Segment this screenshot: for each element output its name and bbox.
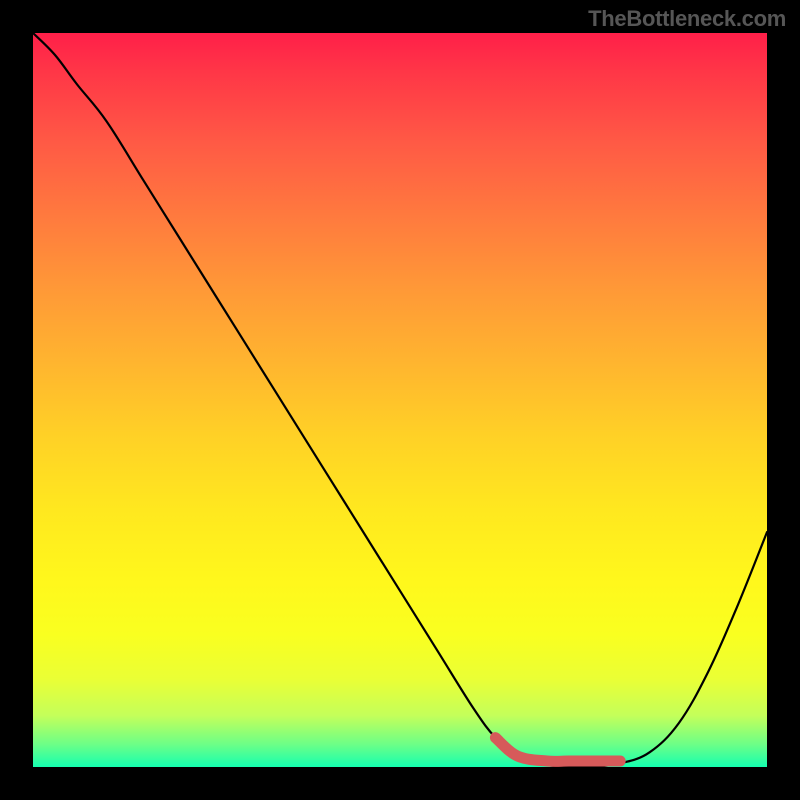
curve-svg [33, 33, 767, 767]
plot-area [33, 33, 767, 767]
watermark-text: TheBottleneck.com [588, 6, 786, 32]
optimal-range-highlight [495, 738, 620, 762]
bottleneck-curve [33, 33, 767, 767]
chart-container: TheBottleneck.com [0, 0, 800, 800]
